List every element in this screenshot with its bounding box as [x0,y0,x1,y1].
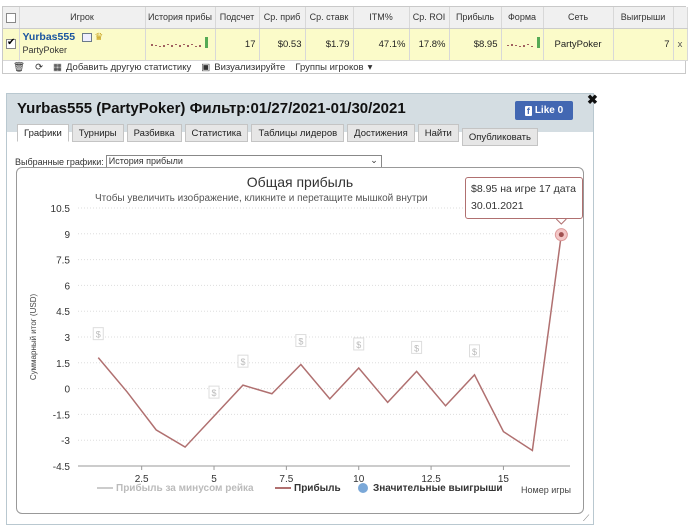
stats-panel: Игрок История прибы Подсчет Ср. приб Ср.… [2,6,688,75]
legend-label-net: Прибыль за минусом рейка [116,482,254,494]
panel-title: Yurbas555 (PartyPoker) Фильтр:01/27/2021… [17,100,406,117]
tab-find[interactable]: Найти [417,124,459,142]
tab-leaderboards[interactable]: Таблицы лидеров [251,124,345,142]
facebook-icon: f [524,105,532,116]
col-header-avg-profit[interactable]: Ср. приб [259,7,306,29]
big-win-marker-label: $ [298,337,303,347]
trash-icon[interactable]: 🗑 [13,62,25,73]
x-tick-label: 7.5 [279,474,293,485]
chevron-down-icon: ▾ [367,62,373,73]
chart-select-value: История прибыли [108,156,183,166]
player-network-label: PartyPoker [22,45,68,55]
panel-header: Yurbas555 (PartyPoker) Фильтр:01/27/2021… [7,92,598,146]
profit-chart[interactable]: Общая прибыль Чтобы увеличить изображени… [16,167,584,514]
legend-label-profit: Прибыль [294,482,341,494]
y-tick-label: -1.5 [53,410,71,421]
row-checkbox[interactable] [3,28,20,61]
panel-tabs: Графики Турниры Разбивка Статистика Табл… [17,124,538,146]
col-header-network[interactable]: Сеть [543,7,614,29]
form-sparkline [501,28,544,61]
col-header-profit[interactable]: Прибыль [449,7,502,29]
add-stats-button[interactable]: ▦ Добавить другую статистику [53,62,191,73]
avg-profit-cell: $0.53 [259,28,306,61]
legend-label-big-wins: Значительные выигрыши [373,483,503,494]
col-header-roi[interactable]: Ср. ROI [409,7,450,29]
profit-history-sparkline [145,28,216,61]
legend-swatch-big-wins [358,483,368,493]
like-label: Like 0 [534,105,564,116]
report-icon[interactable] [81,32,92,42]
big-win-marker-label: $ [240,357,245,367]
x-axis-label: Номер игры [521,485,571,495]
itm-cell: 47.1% [353,28,410,61]
y-tick-label: -4.5 [53,462,71,473]
big-win-marker-label: $ [96,330,101,340]
roi-cell: 17.8% [409,28,450,61]
profit-cell: $8.95 [449,28,502,61]
tab-achievements[interactable]: Достижения [347,124,415,142]
grid-icon: ▦ [53,62,63,73]
y-tick-label: 0 [64,385,70,396]
network-cell: PartyPoker [543,28,614,61]
tab-charts[interactable]: Графики [17,124,69,142]
y-tick-label: 9 [64,230,70,241]
resize-handle-icon[interactable]: ⟋ [583,513,589,524]
remove-row-icon[interactable]: x [673,28,688,61]
y-axis-label: Суммарный итог (USD) [29,294,38,381]
table-row: Yurbas555 ♛ PartyPoker 17 $0.53 $1.79 47… [3,28,688,61]
wins-cell: 7 [613,28,674,61]
player-groups-dropdown[interactable]: Группы игроков ▾ [295,62,372,73]
profit-series-line [97,234,563,452]
avg-stake-cell: $1.79 [305,28,354,61]
select-all-checkbox[interactable] [3,7,20,29]
y-tick-label: 6 [64,281,70,292]
image-icon: ▣ [201,62,211,73]
highlight-point [558,232,564,238]
add-stats-label: Добавить другую статистику [66,62,192,73]
player-link[interactable]: Yurbas555 [23,31,76,43]
col-header-form[interactable]: Форма [501,7,544,29]
big-win-marker-label: $ [414,343,419,353]
big-win-marker-label: $ [356,340,361,350]
visualize-button[interactable]: ▣ Визуализируйте [201,62,285,73]
chart-selector-label: Выбранные графики: [15,156,104,167]
count-cell: 17 [215,28,260,61]
tab-tournaments[interactable]: Турниры [71,124,124,142]
facebook-like-button[interactable]: f Like 0 [515,101,573,120]
y-tick-label: 7.5 [56,256,70,267]
y-tick-label: 4.5 [56,307,70,318]
tooltip-pointer [555,218,567,225]
col-header-wins[interactable]: Выигрыши [613,7,674,29]
close-icon[interactable]: ✖ [587,92,598,108]
tab-statistics[interactable]: Статистика [184,124,249,142]
player-cell: Yurbas555 ♛ PartyPoker [19,28,146,61]
y-tick-label: 10.5 [51,204,71,215]
y-tick-label: -3 [61,436,70,447]
tooltip-line-2: 30.01.2021 [471,200,524,212]
trophy-icon[interactable]: ♛ [94,32,103,43]
tooltip-line-1: $8.95 на игре 17 дата [471,183,576,195]
stats-toolbar: 🗑 ⟳ ▦ Добавить другую статистику ▣ Визуали… [3,61,685,75]
visualize-label: Визуализируйте [214,62,286,73]
tab-publish[interactable]: Опубликовать [461,128,538,146]
chart-tooltip: $8.95 на игре 17 дата 30.01.2021 [465,177,583,219]
player-panel: Yurbas555 (PartyPoker) Фильтр:01/27/2021… [6,92,598,525]
player-groups-label: Группы игроков [295,62,364,73]
col-header-avg-stake[interactable]: Ср. ставк [305,7,354,29]
chart-svg: 10.597.564.531.50-1.5-3-4.52.5 5 7.5 10 12.5… [29,204,571,495]
stats-table: Игрок История прибы Подсчет Ср. приб Ср.… [3,7,688,61]
col-header-player[interactable]: Игрок [19,7,146,29]
chevron-down-icon: ⌄ [370,155,378,165]
col-header-blank [673,7,688,29]
col-header-profit-history[interactable]: История прибы [145,7,216,29]
tab-breakdown[interactable]: Разбивка [126,124,182,142]
y-tick-label: 3 [64,333,70,344]
big-win-marker-label: $ [212,388,217,398]
col-header-count[interactable]: Подсчет [215,7,260,29]
y-tick-label: 1.5 [56,359,70,370]
refresh-icon[interactable]: ⟳ [35,62,43,73]
big-win-marker-label: $ [472,347,477,357]
col-header-itm[interactable]: ITM% [353,7,410,29]
